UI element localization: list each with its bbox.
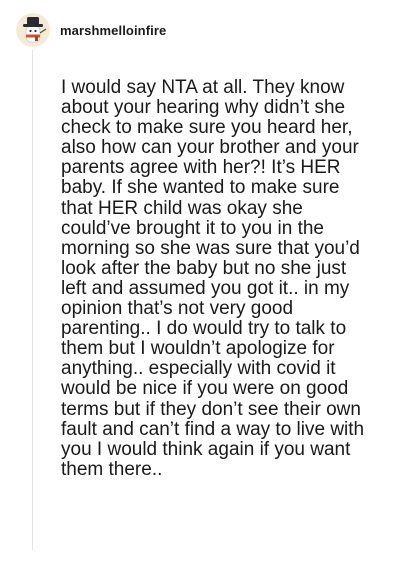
comment-body-text: I would say NTA at all. They know about … xyxy=(61,77,365,480)
user-avatar[interactable] xyxy=(16,13,50,47)
comment-header: marshmelloinfire xyxy=(16,12,166,48)
marshmallow-character-avatar-icon xyxy=(16,13,50,47)
thread-line xyxy=(32,50,33,550)
comment-post: marshmelloinfire I would say NTA at all.… xyxy=(0,0,400,567)
username-link[interactable]: marshmelloinfire xyxy=(60,23,166,38)
